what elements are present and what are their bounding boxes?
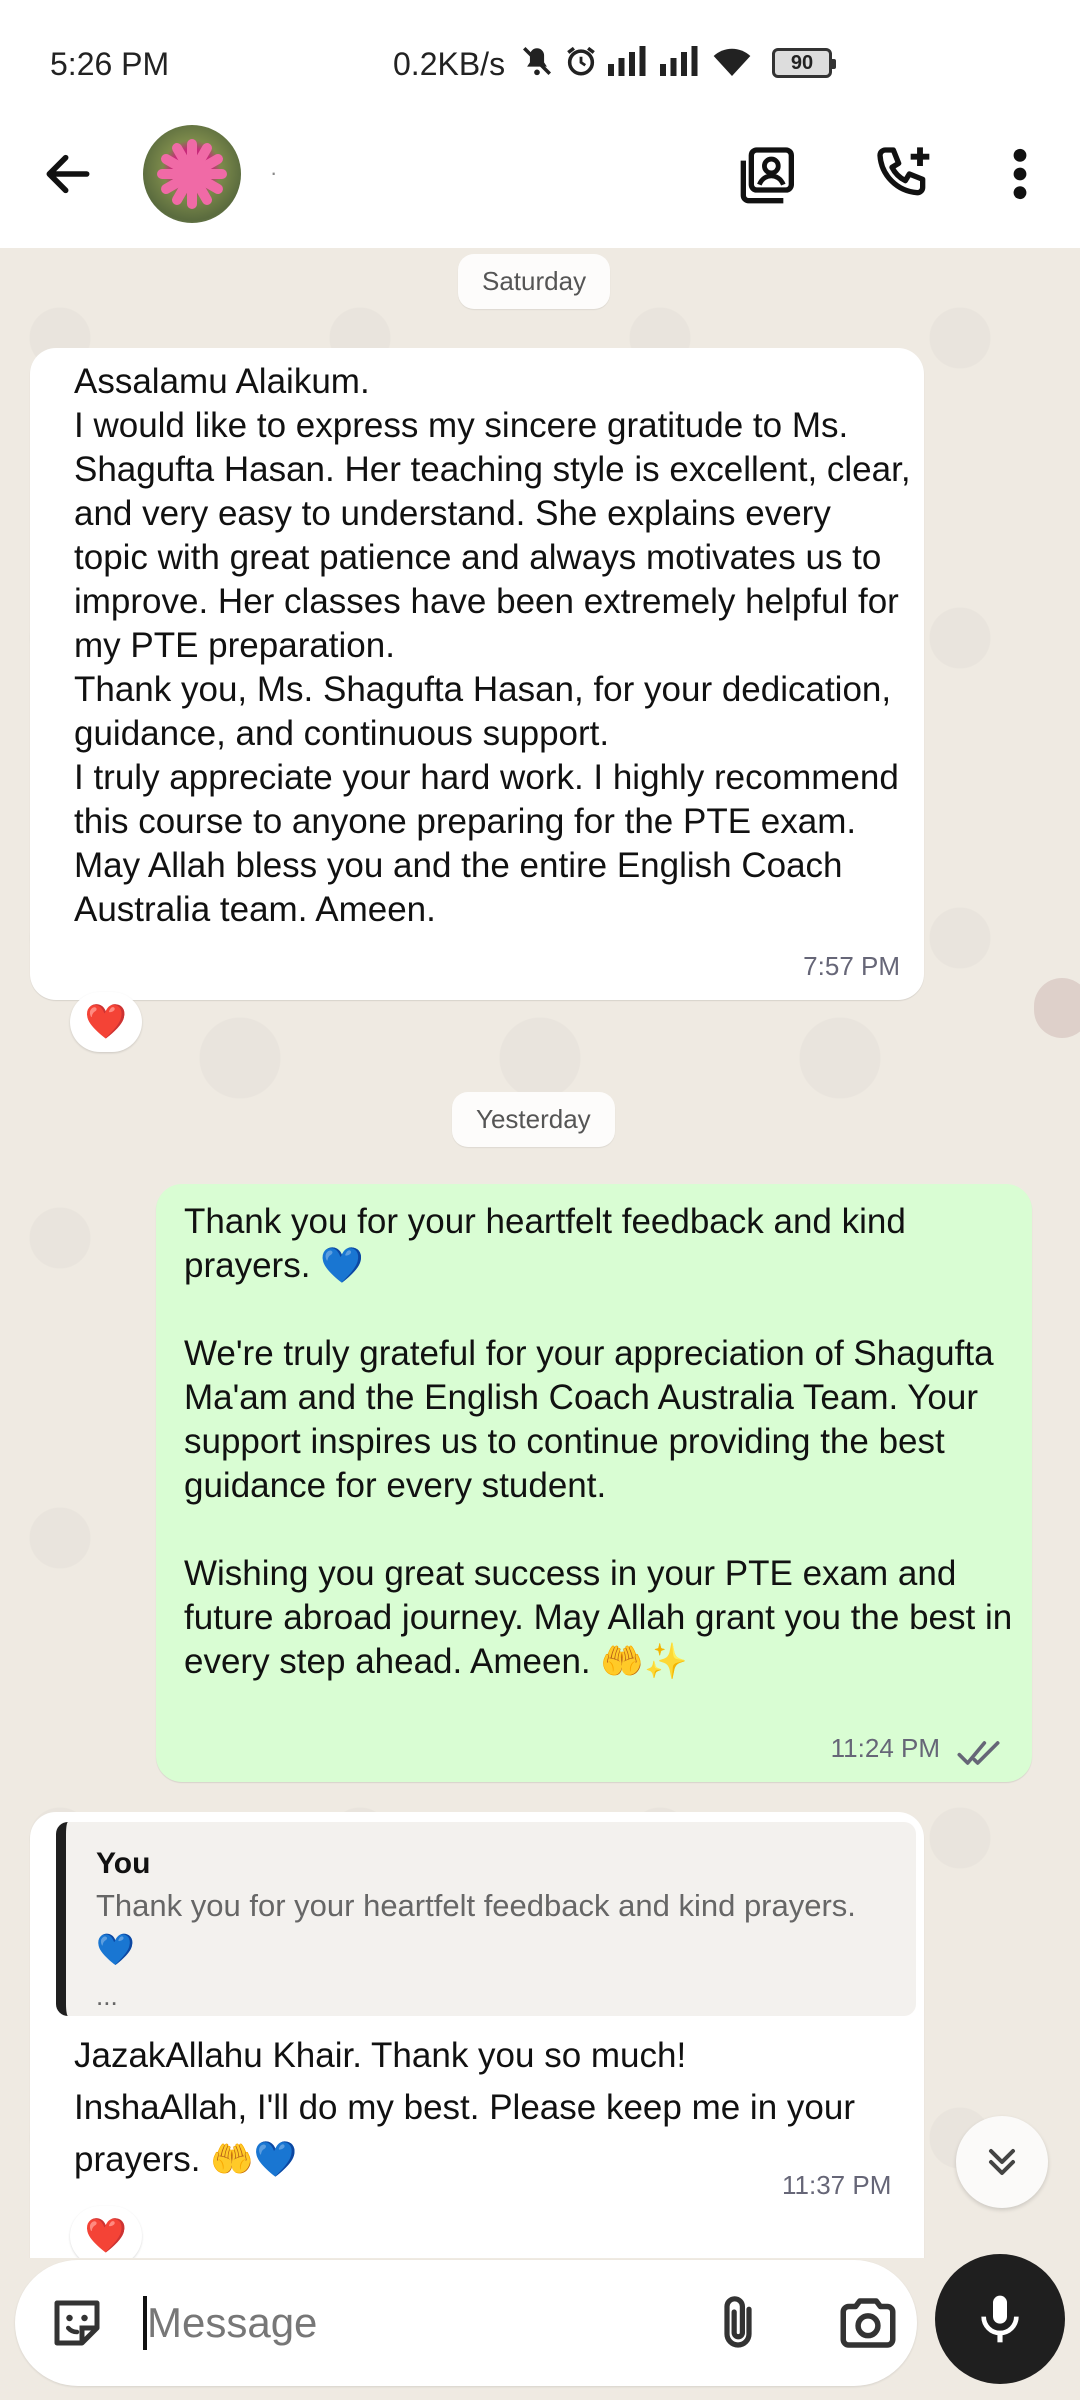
back-arrow-icon[interactable] — [40, 146, 96, 202]
scroll-to-bottom-button[interactable] — [956, 2116, 1048, 2208]
message-time: 11:24 PM — [830, 1733, 940, 1763]
add-call-icon[interactable] — [872, 142, 936, 206]
reaction-heart[interactable]: ❤️ — [70, 2206, 142, 2258]
attach-icon[interactable] — [705, 2290, 771, 2356]
mute-icon — [522, 46, 552, 76]
message-text: Thank you for your heartfelt feedback an… — [184, 1202, 1013, 1681]
status-icons — [520, 44, 752, 78]
quote-ellipsis: ... — [96, 1981, 118, 2011]
double-chevron-down-icon — [988, 2148, 1016, 2176]
mic-button[interactable] — [935, 2254, 1065, 2384]
more-vert-icon[interactable] — [1000, 142, 1040, 206]
contact-card-icon[interactable] — [738, 142, 802, 206]
status-bar: 5:26 PM 0.2KB/s 90 — [0, 0, 1080, 120]
camera-icon[interactable] — [835, 2290, 901, 2356]
mic-icon — [981, 2295, 1019, 2343]
alarm-icon — [567, 46, 595, 76]
battery-icon: 90 — [772, 48, 836, 78]
message-time: 11:37 PM — [782, 2170, 892, 2200]
signal-icon — [660, 46, 698, 76]
avatar[interactable] — [143, 125, 241, 223]
network-speed: 0.2KB/s — [393, 46, 506, 82]
chat-area[interactable]: Saturday Assalamu Alaikum. I would like … — [0, 248, 1080, 2258]
message-text: JazakAllahu Khair. Thank you so much! In… — [74, 2036, 855, 2179]
outgoing-message[interactable]: Thank you for your heartfelt feedback an… — [156, 1184, 1032, 1782]
double-check-icon — [957, 1741, 1000, 1765]
message-composer — [15, 2260, 917, 2386]
incoming-message[interactable]: Assalamu Alaikum. I would like to expres… — [30, 348, 924, 1000]
signal-icon — [608, 46, 646, 76]
date-chip: Yesterday — [452, 1092, 615, 1147]
quote-text: Thank you for your heartfelt feedback an… — [96, 1888, 856, 1967]
quoted-message[interactable]: You Thank you for your heartfelt feedbac… — [56, 1822, 916, 2016]
message-input[interactable] — [147, 2286, 667, 2360]
status-time: 5:26 PM — [50, 46, 170, 82]
wifi-icon — [713, 48, 751, 76]
message-text: Assalamu Alaikum. I would like to expres… — [74, 362, 911, 929]
chat-header: · — [0, 120, 1080, 248]
quote-author: You — [96, 1847, 151, 1880]
reaction-heart[interactable]: ❤️ — [70, 992, 142, 1052]
sticker-icon[interactable] — [47, 2293, 107, 2353]
message-time: 7:57 PM — [803, 951, 900, 981]
date-chip: Saturday — [458, 254, 611, 309]
contact-name[interactable]: · — [270, 160, 277, 186]
side-handle[interactable] — [1034, 978, 1080, 1038]
